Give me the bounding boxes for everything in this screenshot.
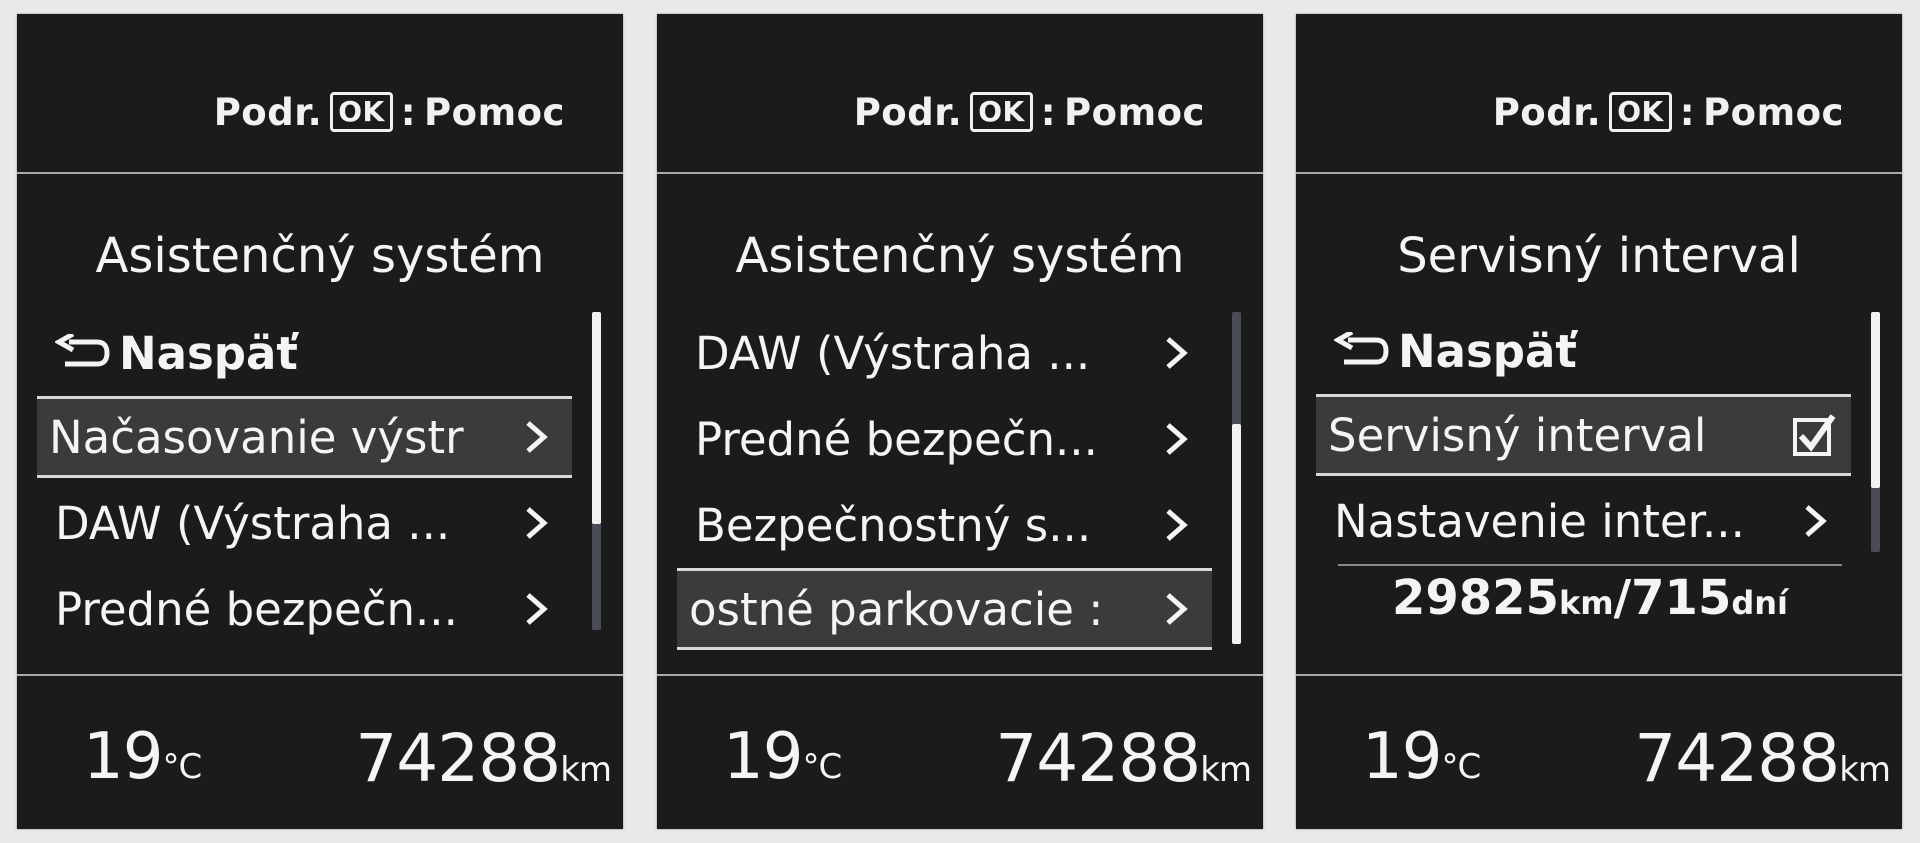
menu-item-label: Predné bezpečn... xyxy=(55,582,458,636)
outside-temperature: 19°C xyxy=(1362,720,1481,794)
service-interval-info: 29825km/715dní xyxy=(1338,564,1842,626)
odometer: 74288km xyxy=(355,720,612,797)
scrollbar-thumb[interactable] xyxy=(592,312,601,524)
hint-separator: : xyxy=(1040,90,1057,134)
ok-button-icon: OK xyxy=(1609,92,1672,132)
menu-item-label: Nastavenie inter... xyxy=(1334,494,1745,548)
menu-item-daw[interactable]: DAW (Výstraha ... xyxy=(677,312,1212,394)
menu-item-back[interactable]: Naspäť xyxy=(37,312,572,394)
service-days-value: 715 xyxy=(1631,570,1732,626)
service-days-unit: dní xyxy=(1731,584,1788,622)
menu-item-daw[interactable]: DAW (Výstraha ... xyxy=(37,482,572,564)
menu-item-interval-settings[interactable]: Nastavenie inter... xyxy=(1316,480,1851,562)
chevron-right-icon xyxy=(1805,505,1827,537)
chevron-right-icon xyxy=(526,421,548,453)
cluster-screen-2: Podr. OK : Pomoc Asistenčný systém DAW (… xyxy=(657,14,1263,829)
odometer-unit: km xyxy=(1200,750,1252,790)
menu-item-front-safety[interactable]: Predné bezpečn... xyxy=(677,398,1212,480)
menu-item-label: Servisný interval xyxy=(1328,408,1707,462)
chevron-right-icon xyxy=(1166,337,1188,369)
help-hint: Podr. OK : Pomoc xyxy=(214,86,565,138)
hint-prefix: Podr. xyxy=(853,90,963,134)
back-arrow-icon xyxy=(1334,332,1389,365)
menu-item-warning-timing[interactable]: Načasovanie výstr xyxy=(37,396,572,478)
footer-divider xyxy=(657,674,1263,676)
chevron-right-icon xyxy=(1166,593,1188,625)
ok-button-icon: OK xyxy=(330,92,393,132)
service-info-separator: / xyxy=(1613,570,1632,626)
chevron-right-icon xyxy=(1166,509,1188,541)
hint-action: Pomoc xyxy=(1064,90,1205,134)
menu-title: Asistenčný systém xyxy=(735,228,1185,284)
odometer-unit: km xyxy=(1839,750,1891,790)
header-divider xyxy=(1296,172,1902,174)
footer-divider xyxy=(1296,674,1902,676)
scrollbar[interactable] xyxy=(1232,312,1241,644)
menu-item-front-safety[interactable]: Predné bezpečn... xyxy=(37,568,572,650)
odometer-value: 74288 xyxy=(995,720,1201,797)
hint-action: Pomoc xyxy=(1703,90,1844,134)
menu-item-label: Naspäť xyxy=(1398,324,1577,378)
menu-item-label: DAW (Výstraha ... xyxy=(55,496,451,550)
hint-prefix: Podr. xyxy=(1492,90,1602,134)
service-distance-unit: km xyxy=(1558,584,1614,622)
outside-temperature: 19°C xyxy=(83,720,202,794)
odometer-value: 74288 xyxy=(355,720,561,797)
scrollbar[interactable] xyxy=(1871,312,1880,552)
hint-prefix: Podr. xyxy=(213,90,323,134)
cluster-screen-3: Podr. OK : Pomoc Servisný interval Naspä… xyxy=(1296,14,1902,829)
menu-title: Servisný interval xyxy=(1397,228,1801,284)
cluster-screen-1: Podr. OK : Pomoc Asistenčný systém Naspä… xyxy=(17,14,623,829)
odometer: 74288km xyxy=(995,720,1252,797)
chevron-right-icon xyxy=(526,507,548,539)
header-divider xyxy=(657,172,1263,174)
temperature-value: 19 xyxy=(83,720,163,794)
menu-item-label: Naspäť xyxy=(119,326,298,380)
temperature-unit: °C xyxy=(802,747,842,787)
footer-divider xyxy=(17,674,623,676)
temperature-unit: °C xyxy=(162,747,202,787)
menu-item-back[interactable]: Naspäť xyxy=(1316,310,1851,392)
menu-item-service-interval[interactable]: Servisný interval xyxy=(1316,394,1851,476)
scrollbar-thumb[interactable] xyxy=(1232,424,1241,644)
chevron-right-icon xyxy=(526,593,548,625)
temperature-unit: °C xyxy=(1441,747,1481,787)
header-divider xyxy=(17,172,623,174)
chevron-right-icon xyxy=(1166,423,1188,455)
hint-separator: : xyxy=(400,90,417,134)
menu-item-label: Bezpečnostný s... xyxy=(695,498,1092,552)
menu-item-label: Načasovanie výstr xyxy=(49,410,464,464)
service-distance-value: 29825 xyxy=(1391,570,1559,626)
hint-action: Pomoc xyxy=(424,90,565,134)
outside-temperature: 19°C xyxy=(723,720,842,794)
odometer-value: 74288 xyxy=(1634,720,1840,797)
help-hint: Podr. OK : Pomoc xyxy=(854,86,1205,138)
odometer-unit: km xyxy=(560,750,612,790)
scrollbar[interactable] xyxy=(592,312,601,630)
temperature-value: 19 xyxy=(1362,720,1442,794)
ok-button-icon: OK xyxy=(970,92,1033,132)
odometer: 74288km xyxy=(1634,720,1891,797)
menu-title: Asistenčný systém xyxy=(95,228,545,284)
menu-item-parking-assist[interactable]: ostné parkovacie : xyxy=(677,568,1212,650)
hint-separator: : xyxy=(1679,90,1696,134)
help-hint: Podr. OK : Pomoc xyxy=(1493,86,1844,138)
scrollbar-thumb[interactable] xyxy=(1871,312,1880,488)
back-arrow-icon xyxy=(55,334,110,367)
temperature-value: 19 xyxy=(723,720,803,794)
menu-item-label: Predné bezpečn... xyxy=(695,412,1098,466)
checkbox-checked-icon[interactable] xyxy=(1791,412,1837,458)
menu-item-label: ostné parkovacie : xyxy=(689,582,1104,636)
menu-item-safety-system[interactable]: Bezpečnostný s... xyxy=(677,484,1212,566)
menu-item-label: DAW (Výstraha ... xyxy=(695,326,1091,380)
